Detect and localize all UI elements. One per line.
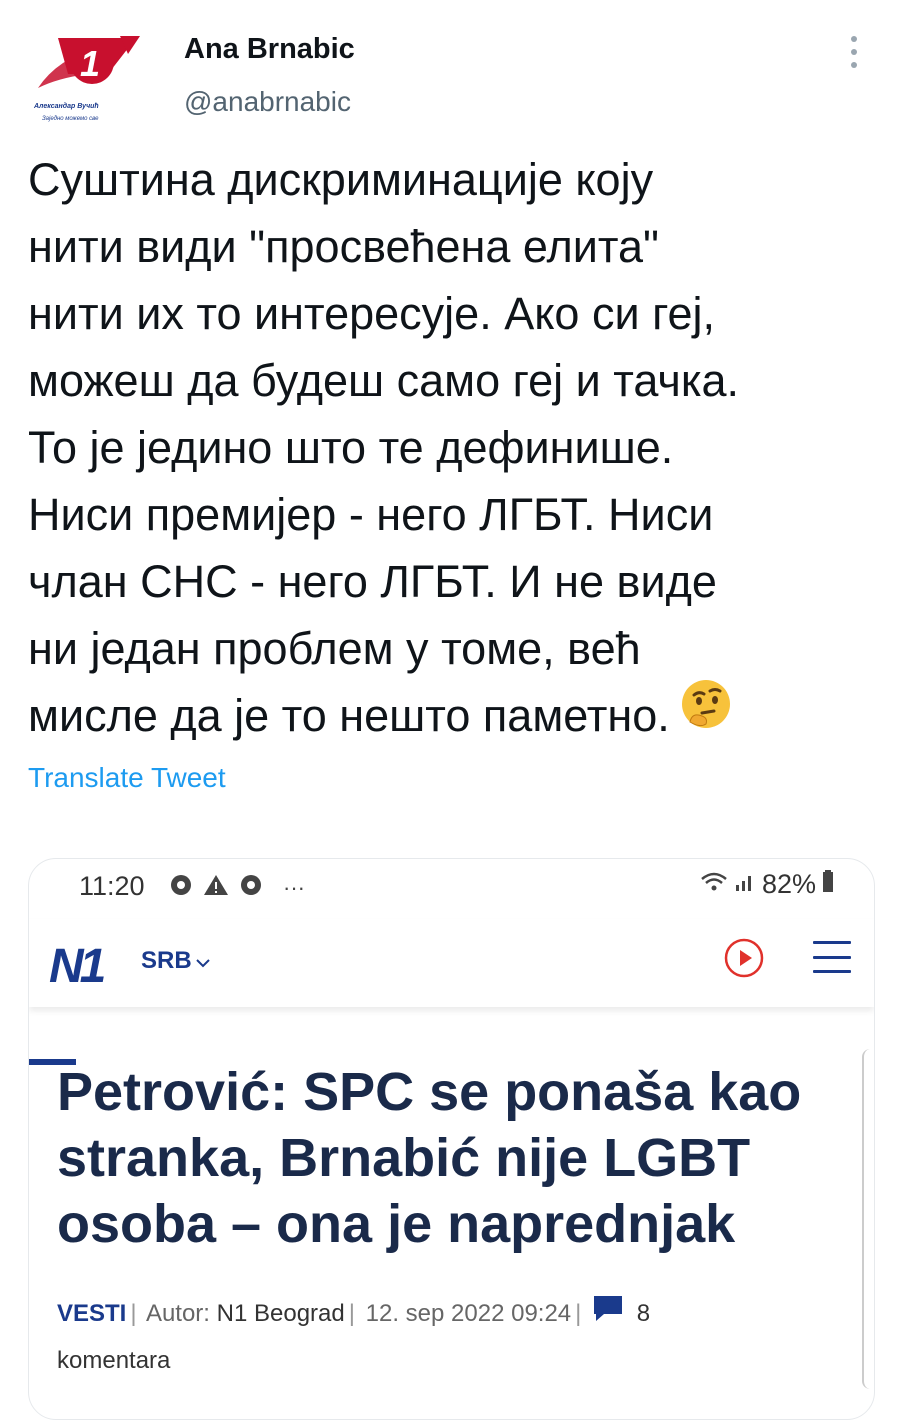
tweet-text-line: Суштина дискриминације коју xyxy=(28,154,654,205)
headline-line: osoba – ona je naprednjak xyxy=(57,1194,736,1254)
region-selector[interactable]: SRB xyxy=(141,947,210,975)
status-notification-icons: ··· xyxy=(169,873,305,902)
status-time: 11:20 xyxy=(79,871,145,901)
site-header: N1 SRB xyxy=(29,919,874,1065)
comments-count[interactable]: 8 xyxy=(637,1300,650,1327)
translate-tweet-link[interactable]: Translate Tweet xyxy=(28,762,226,794)
article-headline[interactable]: Petrović: SPC se ponaša kao stranka, Brn… xyxy=(57,1059,857,1257)
battery-icon xyxy=(822,869,834,900)
avatar-text-name: Александар Вучић xyxy=(33,102,99,110)
tweet-text-line: члан СНС - него ЛГБТ. И не виде xyxy=(28,556,717,607)
tweet-text: Суштина дискриминације коју нити види "п… xyxy=(28,146,878,754)
play-icon[interactable] xyxy=(723,937,765,979)
signal-icon xyxy=(734,869,756,900)
tweet-text-line: нити их то интересује. Ако си геј, xyxy=(28,288,716,339)
article-meta: VESTI | Autor: N1 Beograd | 12. sep 2022 0… xyxy=(57,1294,650,1332)
author-handle[interactable]: @anabrnabic xyxy=(184,86,351,118)
battery-level: 82% xyxy=(761,869,816,899)
scrollbar[interactable] xyxy=(862,1049,874,1389)
tweet-text-line: можеш да будеш само геј и тачка. xyxy=(28,355,740,406)
author-display-name[interactable]: Ana Brnabic xyxy=(184,33,355,66)
tweet-text-line-last: мисле да је то нешто паметно. xyxy=(28,680,878,754)
category-link[interactable]: VESTI xyxy=(57,1300,126,1327)
avatar-text-slogan: Заједно можемо све xyxy=(42,116,99,122)
headline-line: Petrović: SPC se ponaša kao xyxy=(57,1062,802,1122)
avatar[interactable]: 1 Александар Вучић Заједно можемо све xyxy=(28,28,152,128)
chevron-down-icon xyxy=(195,947,210,975)
hamburger-menu-icon[interactable] xyxy=(813,941,851,973)
phone-status-bar: 11:20 ··· 82% xyxy=(29,859,874,919)
n1-logo[interactable]: N1 xyxy=(49,939,106,994)
article-date: 12. sep 2022 09:24 xyxy=(365,1299,572,1327)
svg-text:1: 1 xyxy=(80,43,100,84)
headline-line: stranka, Brnabić nije LGBT xyxy=(57,1128,751,1188)
author-label: Autor: xyxy=(145,1299,210,1327)
comments-label[interactable]: komentara xyxy=(57,1347,170,1375)
embedded-image[interactable]: 11:20 ··· 82% N1 SRB Petrović: SPC se po… xyxy=(28,858,875,1420)
more-notifications: ··· xyxy=(283,874,305,900)
wifi-icon xyxy=(700,869,728,900)
article-author[interactable]: N1 Beograd xyxy=(217,1300,345,1327)
chrome-icon xyxy=(169,873,193,902)
comment-icon[interactable] xyxy=(592,1294,624,1329)
more-options-icon[interactable] xyxy=(838,32,870,72)
tweet-text-line: Ниси премијер - него ЛГБТ. Ниси xyxy=(28,489,714,540)
warning-icon xyxy=(203,873,229,902)
tweet-text-line: мисле да је то нешто паметно. xyxy=(28,690,670,741)
tweet-text-line: То је једино што те дефинише. xyxy=(28,422,674,473)
tweet-text-line: нити види "просвећена елита" xyxy=(28,221,659,272)
tweet-text-line: ни један проблем у томе, већ xyxy=(28,623,641,674)
thinking-face-icon xyxy=(680,678,732,748)
status-system-icons: 82% xyxy=(700,869,834,900)
chrome-icon xyxy=(239,873,263,902)
region-label: SRB xyxy=(141,947,192,974)
